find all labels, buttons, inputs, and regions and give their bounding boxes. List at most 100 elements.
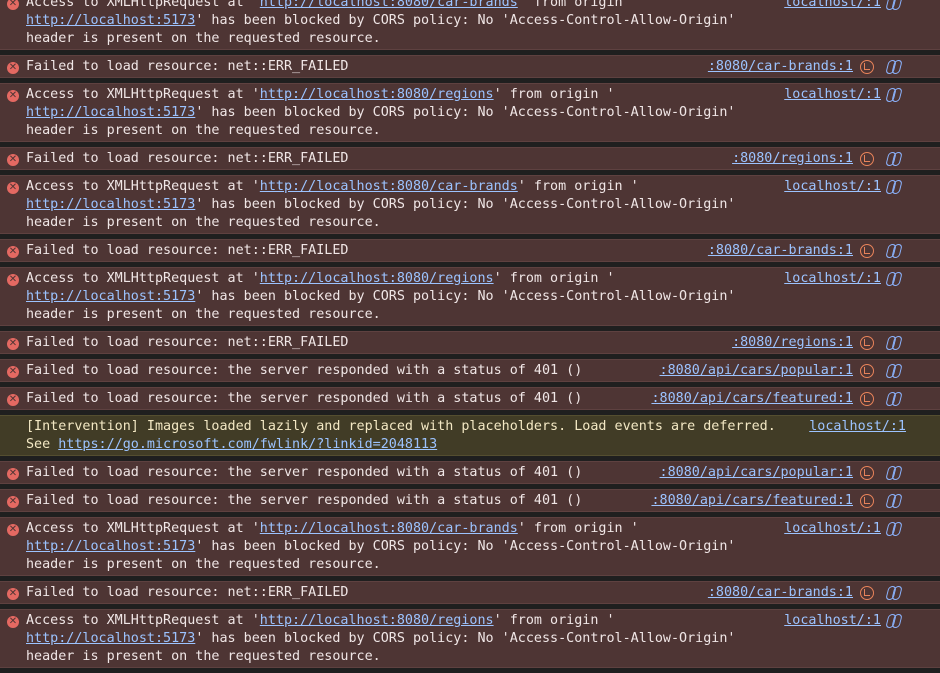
console-error-cors[interactable]: ✕ Access to XMLHttpRequest at 'http://lo… [0,175,940,234]
explain-with-ai-icon[interactable] [860,586,874,600]
message-line-3: header is present on the requested resou… [26,307,381,322]
explain-with-ai-icon[interactable] [860,152,874,166]
console-error-cors[interactable]: ✕ Access to XMLHttpRequest at 'http://lo… [0,0,940,50]
error-circle-icon: ✕ [7,0,19,10]
copilot-icon[interactable] [886,152,902,166]
console-error-failed[interactable]: ✕ Failed to load resource: net::ERR_FAIL… [0,55,940,78]
copilot-icon[interactable] [886,60,902,74]
copilot-icon[interactable] [886,466,902,480]
copilot-icon[interactable] [886,180,902,194]
message-actions [860,152,908,168]
copilot-icon[interactable] [886,364,902,378]
message-actions [860,364,908,380]
explain-with-ai-icon[interactable] [860,466,874,480]
error-circle-icon: ✕ [7,366,19,378]
origin-link[interactable]: http://localhost:5173 [26,539,195,554]
console-messages: ✕ Access to XMLHttpRequest at 'http://lo… [0,0,940,673]
request-url-link[interactable]: http://localhost:8080/regions [260,87,494,102]
message-line-2: http://localhost:5173' has been blocked … [26,197,736,212]
copilot-icon[interactable] [886,0,902,10]
source-link[interactable]: :8080/api/cars/featured:1 [651,390,853,408]
request-url-link[interactable]: http://localhost:8080/car-brands [260,521,518,536]
source-link[interactable]: :8080/api/cars/featured:1 [651,492,853,510]
source-link[interactable]: :8080/car-brands:1 [708,242,853,260]
source-link[interactable]: localhost/:1 [809,418,906,436]
message-line-1: [Intervention] Images loaded lazily and … [26,419,776,434]
source-link[interactable]: :8080/regions:1 [732,334,853,352]
request-url-link[interactable]: http://localhost:8080/regions [260,271,494,286]
message-actions [860,586,908,602]
request-url-link[interactable]: http://localhost:8080/car-brands [260,0,518,10]
copilot-icon[interactable] [886,494,902,508]
message-actions [860,244,908,260]
console-error-failed[interactable]: ✕ Failed to load resource: net::ERR_FAIL… [0,581,940,604]
error-circle-icon: ✕ [7,90,19,102]
origin-link[interactable]: http://localhost:5173 [26,13,195,28]
message-actions [860,466,908,482]
origin-link[interactable]: http://localhost:5173 [26,289,195,304]
explain-with-ai-icon[interactable] [860,60,874,74]
console-error-401[interactable]: ✕ Failed to load resource: the server re… [0,359,940,382]
explain-with-ai-icon[interactable] [860,364,874,378]
explain-with-ai-icon[interactable] [860,494,874,508]
message-actions [860,0,908,12]
console-intervention[interactable]: [Intervention] Images loaded lazily and … [0,415,940,456]
origin-link[interactable]: http://localhost:5173 [26,105,195,120]
console-error-cors[interactable]: ✕ Access to XMLHttpRequest at 'http://lo… [0,83,940,142]
message-actions [860,336,908,352]
copilot-icon[interactable] [886,522,902,536]
error-circle-icon: ✕ [7,246,19,258]
message-line-3: header is present on the requested resou… [26,31,381,46]
console-error-401[interactable]: ✕ Failed to load resource: the server re… [0,461,940,484]
message-actions [860,60,908,76]
console-error-401[interactable]: ✕ Failed to load resource: the server re… [0,489,940,512]
console-error-failed[interactable]: ✕ Failed to load resource: net::ERR_FAIL… [0,239,940,262]
error-circle-icon: ✕ [7,616,19,628]
source-link[interactable]: :8080/api/cars/popular:1 [660,362,853,380]
request-url-link[interactable]: http://localhost:8080/regions [260,613,494,628]
message-actions [860,392,908,408]
console-error-cors[interactable]: ✕ Access to XMLHttpRequest at 'http://lo… [0,267,940,326]
console-error-cors[interactable]: ✕ Access to XMLHttpRequest at 'http://lo… [0,517,940,576]
message-actions [860,614,908,630]
copilot-icon[interactable] [886,614,902,628]
origin-link[interactable]: http://localhost:5173 [26,197,195,212]
message-line-2: http://localhost:5173' has been blocked … [26,105,736,120]
explain-with-ai-icon[interactable] [860,244,874,258]
explain-with-ai-icon[interactable] [860,392,874,406]
source-link[interactable]: :8080/car-brands:1 [708,584,853,602]
source-link[interactable]: :8080/api/cars/popular:1 [660,464,853,482]
copilot-icon[interactable] [886,272,902,286]
copilot-icon[interactable] [886,336,902,350]
error-circle-icon: ✕ [7,524,19,536]
explain-with-ai-icon[interactable] [860,336,874,350]
console-error-failed[interactable]: ✕ Failed to load resource: net::ERR_FAIL… [0,147,940,170]
message-actions [860,272,908,288]
message-line-3: header is present on the requested resou… [26,215,381,230]
source-link[interactable]: :8080/car-brands:1 [708,58,853,76]
source-link[interactable]: :8080/regions:1 [732,150,853,168]
origin-link[interactable]: http://localhost:5173 [26,631,195,646]
request-url-link[interactable]: http://localhost:8080/car-brands [260,179,518,194]
error-circle-icon: ✕ [7,338,19,350]
message-line-2: http://localhost:5173' has been blocked … [26,13,736,28]
error-circle-icon: ✕ [7,468,19,480]
message-line-2: http://localhost:5173' has been blocked … [26,289,736,304]
error-circle-icon: ✕ [7,394,19,406]
error-circle-icon: ✕ [7,182,19,194]
copilot-icon[interactable] [886,88,902,102]
error-circle-icon: ✕ [7,154,19,166]
console-error-failed[interactable]: ✕ Failed to load resource: net::ERR_FAIL… [0,331,940,354]
error-circle-icon: ✕ [7,62,19,74]
console-error-401[interactable]: ✕ Failed to load resource: the server re… [0,387,940,410]
error-circle-icon: ✕ [7,274,19,286]
copilot-icon[interactable] [886,392,902,406]
message-actions [860,522,908,538]
message-line-2: See https://go.microsoft.com/fwlink/?lin… [26,437,438,452]
help-link[interactable]: https://go.microsoft.com/fwlink/?linkid=… [58,437,437,452]
copilot-icon[interactable] [886,586,902,600]
copilot-icon[interactable] [886,244,902,258]
message-line-3: header is present on the requested resou… [26,649,381,664]
console-error-cors[interactable]: ✕ Access to XMLHttpRequest at 'http://lo… [0,609,940,668]
message-line-2: http://localhost:5173' has been blocked … [26,539,736,554]
